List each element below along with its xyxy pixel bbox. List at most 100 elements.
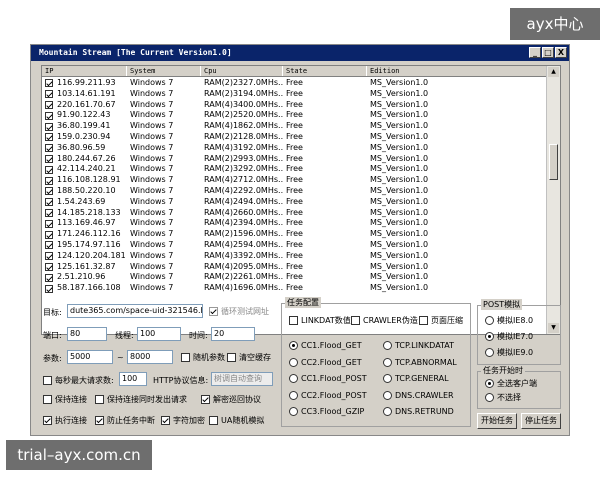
post-sim-radio[interactable]: 模拟IE9.0 (485, 347, 533, 358)
task-radio-left[interactable]: CC2.Flood_GET (289, 357, 362, 367)
row-checkbox[interactable] (45, 241, 53, 250)
table-row[interactable]: 1.54.243.69 Windows 7 RAM(4)2494.0MHs... Fr… (42, 197, 547, 208)
crawler-checkbox[interactable]: CRAWLER伪造 (351, 315, 418, 326)
table-row[interactable]: 2.51.210.96 Windows 7 RAM(2)2261.0MHs... Fr… (42, 272, 547, 283)
post-sim-radio[interactable]: 模拟IE8.0 (485, 315, 533, 326)
table-row[interactable]: 113.169.46.97 Windows 7 RAM(4)2394.0MHs...… (42, 218, 547, 229)
row-checkbox[interactable] (45, 187, 53, 196)
task-radio-left[interactable]: CC3.Flood_GZIP (289, 407, 364, 416)
table-row[interactable]: 180.244.67.26 Windows 7 RAM(2)2993.0MHs...… (42, 154, 547, 165)
http-info-input[interactable]: 树调自动查询 (211, 372, 273, 386)
maximize-button[interactable]: □ (542, 47, 554, 58)
table-row[interactable]: 188.50.220.10 Windows 7 RAM(4)2292.0MHs...… (42, 186, 547, 197)
table-row[interactable]: 195.174.97.116 Windows 7 RAM(4)2594.0MHs..… (42, 240, 547, 251)
table-scrollbar[interactable]: ▲ ▼ (546, 66, 560, 334)
linkdat-checkbox[interactable]: LINKDAT数值 (289, 315, 351, 326)
table-row[interactable]: 36.80.199.41 Windows 7 RAM(4)1862.0MHs... F… (42, 121, 547, 132)
page-compress-checkbox[interactable]: 页面压缩 (419, 315, 463, 326)
row-checkbox[interactable] (45, 165, 53, 174)
ua-random-checkbox[interactable]: UA随机模拟 (209, 415, 264, 426)
row-checkbox[interactable] (45, 144, 53, 153)
threads-label: 线程: (115, 331, 134, 340)
exec-connection-checkbox[interactable]: 执行连接 (43, 415, 87, 426)
task-radio-right[interactable]: DNS.RETRUND (383, 407, 454, 416)
http-info-label: HTTP协议信息: (153, 376, 209, 385)
row-checkbox[interactable] (45, 122, 53, 131)
row-checkbox[interactable] (45, 208, 53, 217)
loop-test-checkbox[interactable]: 循环测试网址 (209, 306, 269, 317)
time-input[interactable]: 20 (211, 327, 255, 341)
client-table[interactable]: IP System Cpu State Edition 116.99.211.9… (41, 65, 561, 335)
row-checkbox[interactable] (45, 154, 53, 163)
param-to-input[interactable]: 8000 (127, 350, 173, 364)
radio-dot-icon (485, 393, 494, 402)
table-row[interactable]: 125.161.32.87 Windows 7 RAM(4)2095.0MHs...… (42, 262, 547, 273)
task-start-radio[interactable]: 全选客户端 (485, 378, 537, 389)
table-row[interactable]: 220.161.70.67 Windows 7 RAM(4)3400.0MHs...… (42, 100, 547, 111)
row-checkbox[interactable] (45, 176, 53, 185)
task-radio-left[interactable]: CC1.Flood_GET (289, 341, 362, 350)
max-requests-checkbox[interactable]: 每秒最大请求数: (43, 375, 114, 386)
table-row[interactable]: 116.108.128.91 Windows 7 RAM(4)2712.0MHs..… (42, 175, 547, 186)
port-input[interactable]: 80 (67, 327, 107, 341)
row-checkbox[interactable] (45, 273, 53, 282)
cell-cpu: RAM(2)2261.0MHs... (204, 272, 283, 282)
header-edition[interactable]: Edition (367, 66, 547, 76)
row-checkbox[interactable] (45, 198, 53, 207)
header-cpu[interactable]: Cpu (201, 66, 283, 76)
task-radio-right[interactable]: TCP.GENERAL (383, 374, 449, 383)
cell-ip: 195.174.97.116 (42, 240, 127, 251)
task-radio-left[interactable]: CC2.Flood_POST (289, 390, 367, 400)
row-checkbox[interactable] (45, 262, 53, 271)
row-checkbox[interactable] (45, 284, 53, 293)
table-row[interactable]: 116.99.211.93 Windows 7 RAM(2)2327.0MHs...… (42, 78, 547, 89)
table-row[interactable]: 36.80.96.59 Windows 7 RAM(4)3192.0MHs... Fr… (42, 143, 547, 154)
keep-connection-box-icon (43, 395, 52, 404)
header-ip[interactable]: IP (42, 66, 127, 76)
cell-system: Windows 7 (130, 250, 174, 260)
task-radio-right[interactable]: TCP.ABNORMAL (383, 357, 457, 367)
table-row[interactable]: 14.185.218.133 Windows 7 RAM(4)2660.0MHs..… (42, 208, 547, 219)
decode-protocol-checkbox[interactable]: 解密巡回协议 (201, 394, 261, 405)
task-radio-left[interactable]: CC1.Flood_POST (289, 374, 367, 383)
minimize-button[interactable]: _ (529, 47, 541, 58)
stop-task-button[interactable]: 停止任务 (521, 413, 561, 429)
row-checkbox[interactable] (45, 100, 53, 109)
table-row[interactable]: 159.0.230.94 Windows 7 RAM(2)2128.0MHs... F… (42, 132, 547, 143)
table-row[interactable]: 171.246.112.16 Windows 7 RAM(2)1596.0MHs..… (42, 229, 547, 240)
row-checkbox[interactable] (45, 111, 53, 120)
radio-label: 模拟IE8.0 (497, 316, 534, 325)
table-row[interactable]: 124.120.204.181 Windows 7 RAM(4)3392.0MHs.… (42, 251, 547, 262)
header-system[interactable]: System (127, 66, 201, 76)
char-encrypt-checkbox[interactable]: 字符加密 (161, 415, 205, 426)
row-checkbox[interactable] (45, 133, 53, 142)
post-sim-radio[interactable]: 模拟IE7.0 (485, 331, 533, 342)
header-state[interactable]: State (283, 66, 367, 76)
scroll-up-icon[interactable]: ▲ (548, 67, 559, 77)
threads-input[interactable]: 100 (137, 327, 181, 341)
row-checkbox[interactable] (45, 90, 53, 99)
scroll-thumb[interactable] (549, 144, 558, 180)
clear-cache-checkbox[interactable]: 清空缓存 (227, 352, 271, 363)
table-row[interactable]: 91.90.122.43 Windows 7 RAM(2)2520.0MHs... F… (42, 110, 547, 121)
close-button[interactable]: X (555, 47, 567, 58)
row-checkbox[interactable] (45, 219, 53, 228)
task-start-radio[interactable]: 不选择 (485, 392, 521, 403)
prevent-interrupt-checkbox[interactable]: 防止任务中断 (95, 415, 155, 426)
row-checkbox[interactable] (45, 230, 53, 239)
table-row[interactable]: 103.14.61.191 Windows 7 RAM(2)3194.0MHs...… (42, 89, 547, 100)
start-task-button[interactable]: 开始任务 (477, 413, 517, 429)
target-input[interactable]: dute365.com/space-uid-321546.html (67, 304, 203, 318)
keep-connection-checkbox[interactable]: 保持连接 (43, 394, 87, 405)
task-radio-right[interactable]: DNS.CRAWLER (383, 390, 454, 400)
random-params-checkbox[interactable]: 随机参数 (181, 352, 225, 363)
cell-ip: 116.99.211.93 (42, 78, 127, 89)
max-requests-input[interactable]: 100 (119, 372, 147, 386)
task-radio-right[interactable]: TCP.LINKDATAT (383, 341, 454, 350)
keep-send-checkbox[interactable]: 保持连接同时发出请求 (95, 394, 187, 405)
row-checkbox[interactable] (45, 79, 53, 88)
param-from-input[interactable]: 5000 (67, 350, 113, 364)
table-row[interactable]: 58.187.166.108 Windows 7 RAM(4)1696.0MHs..… (42, 283, 547, 294)
row-checkbox[interactable] (45, 252, 53, 261)
table-row[interactable]: 42.114.240.21 Windows 7 RAM(2)3292.0MHs...… (42, 164, 547, 175)
